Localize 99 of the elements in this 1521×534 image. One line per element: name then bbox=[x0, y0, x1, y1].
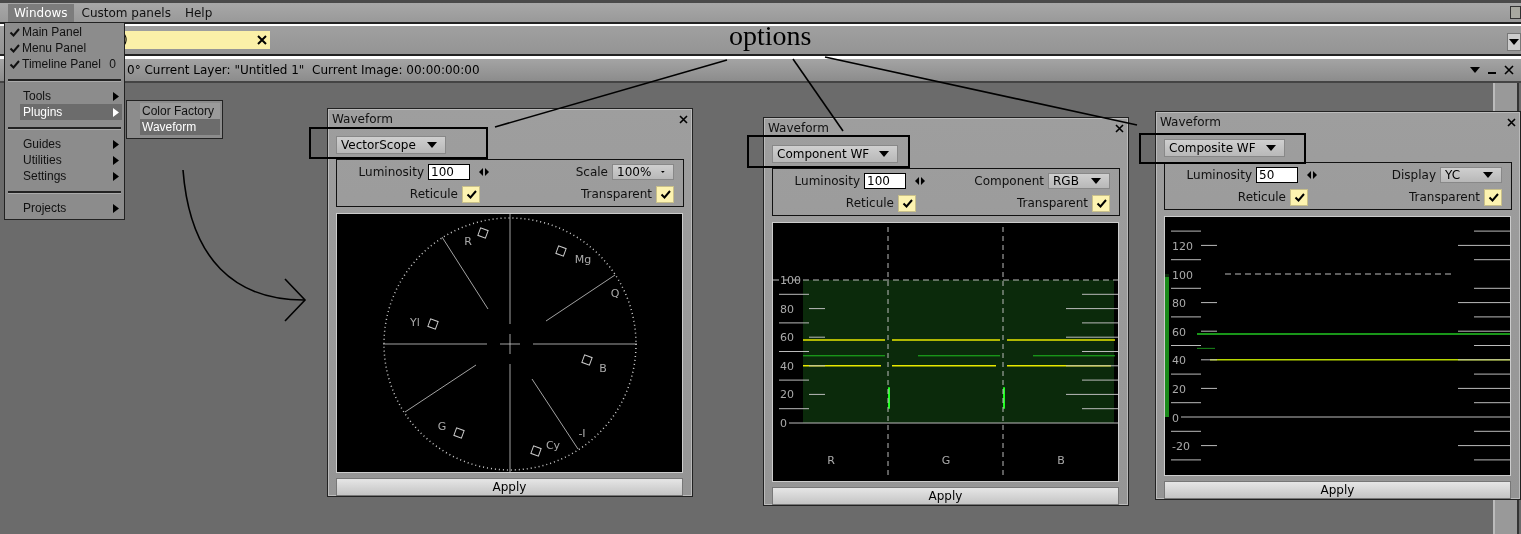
scale-label: 0 bbox=[780, 417, 787, 430]
check-icon bbox=[9, 59, 20, 69]
scope-label: Q bbox=[610, 287, 620, 300]
mode-dropdown[interactable]: Composite WF bbox=[1164, 139, 1285, 157]
checkbox[interactable] bbox=[462, 185, 480, 203]
spin-arrows-icon[interactable] bbox=[479, 168, 489, 176]
field-label: Luminosity bbox=[1186, 168, 1252, 182]
scope-label: Cy bbox=[545, 439, 561, 452]
corner-button[interactable] bbox=[1510, 6, 1521, 19]
check-icon bbox=[465, 189, 477, 199]
field-label: Luminosity bbox=[358, 165, 424, 179]
check-icon bbox=[1293, 192, 1305, 202]
check-icon bbox=[659, 189, 671, 199]
apply-button[interactable]: Apply bbox=[336, 478, 683, 496]
submenu-arrow-icon bbox=[113, 203, 119, 213]
scale-label: 80 bbox=[1172, 297, 1186, 311]
close-icon[interactable] bbox=[1504, 65, 1514, 75]
channel-label: G bbox=[941, 454, 951, 467]
caret-icon[interactable] bbox=[1470, 67, 1480, 73]
scale-label: 40 bbox=[1172, 354, 1186, 368]
number-field[interactable]: 50 bbox=[1256, 167, 1298, 183]
close-icon[interactable] bbox=[257, 35, 267, 45]
close-icon[interactable] bbox=[1115, 123, 1124, 133]
scale-label: 60 bbox=[780, 331, 794, 345]
scale-label: 40 bbox=[780, 359, 794, 373]
menu-item[interactable]: Timeline Panel 0 bbox=[5, 56, 124, 72]
caret-icon bbox=[1265, 145, 1276, 151]
menu-item[interactable]: Help bbox=[178, 3, 219, 22]
scale-label: 20 bbox=[1172, 383, 1186, 396]
checkbox-label: Reticule bbox=[845, 196, 894, 210]
field-label: Component bbox=[974, 174, 1044, 188]
menu-item[interactable]: Tools bbox=[20, 88, 122, 104]
scale-label: 20 bbox=[780, 388, 794, 402]
spin-arrows-icon[interactable] bbox=[1307, 171, 1317, 179]
caret-icon bbox=[879, 151, 890, 157]
caret-icon bbox=[1483, 172, 1493, 178]
checkbox-label: Reticule bbox=[409, 187, 458, 201]
checkbox[interactable] bbox=[1484, 188, 1502, 206]
checkbox[interactable] bbox=[898, 194, 916, 212]
check-icon bbox=[1095, 198, 1107, 208]
caret-icon bbox=[1509, 39, 1519, 45]
number-field[interactable]: 100 bbox=[864, 173, 906, 189]
annotation-label: options bbox=[729, 20, 812, 52]
option-dropdown[interactable]: YC bbox=[1440, 167, 1502, 183]
close-icon[interactable] bbox=[679, 114, 688, 124]
scale-label: 80 bbox=[780, 302, 794, 316]
check-icon bbox=[9, 27, 20, 37]
checkbox-label: Transparent bbox=[580, 187, 652, 201]
field-label: Luminosity bbox=[794, 174, 860, 188]
checkbox[interactable] bbox=[1092, 194, 1110, 212]
menu-item[interactable]: Custom panels bbox=[75, 3, 177, 22]
scale-label: 100 bbox=[780, 274, 801, 287]
scope-label: R bbox=[464, 235, 472, 248]
check-icon bbox=[9, 43, 20, 53]
scale-label: 60 bbox=[1172, 325, 1186, 339]
menu-item[interactable]: Color Factory bbox=[140, 103, 220, 119]
dropdown-button[interactable] bbox=[1507, 33, 1521, 51]
channel-label: R bbox=[827, 454, 835, 467]
apply-button[interactable]: Apply bbox=[772, 487, 1119, 505]
option-dropdown[interactable]: RGB bbox=[1048, 173, 1110, 189]
checkbox[interactable] bbox=[656, 185, 674, 203]
checkbox[interactable] bbox=[1290, 188, 1308, 206]
number-field[interactable]: 100 bbox=[428, 164, 470, 180]
spin-arrows-icon[interactable] bbox=[915, 177, 925, 185]
menu-item[interactable]: Waveform bbox=[140, 119, 220, 135]
status-text: 0° Current Layer: "Untitled 1" Current Image: 00:00:00:00 bbox=[127, 63, 480, 77]
checkbox-label: Transparent bbox=[1016, 196, 1088, 210]
scope-label: G bbox=[437, 420, 447, 433]
menu-item[interactable]: Utilities bbox=[20, 152, 122, 168]
menu-item[interactable]: Settings bbox=[20, 168, 122, 184]
mode-dropdown[interactable]: VectorScope bbox=[336, 136, 446, 154]
scope-label: -I bbox=[578, 427, 586, 440]
menu-item[interactable]: Guides bbox=[20, 136, 122, 152]
option-dropdown[interactable]: 100% bbox=[612, 164, 674, 180]
channel-label: B bbox=[1057, 454, 1065, 467]
checkbox-label: Transparent bbox=[1408, 190, 1480, 204]
field-label: Scale bbox=[575, 165, 608, 179]
menu-item[interactable]: Windows bbox=[8, 3, 74, 22]
scale-label: -20 bbox=[1172, 440, 1190, 454]
checkbox-label: Reticule bbox=[1237, 190, 1286, 204]
dialog-title: Waveform bbox=[332, 112, 393, 126]
check-icon bbox=[901, 198, 913, 208]
scale-label: 0 bbox=[1172, 411, 1179, 425]
check-icon bbox=[1487, 192, 1499, 202]
caret-icon bbox=[1091, 178, 1101, 184]
field-label: Display bbox=[1391, 168, 1436, 182]
scale-label: 100 bbox=[1172, 268, 1193, 282]
scope-label: Mg bbox=[574, 253, 592, 266]
scope-label: Yl bbox=[410, 316, 420, 329]
mode-dropdown[interactable]: Component WF bbox=[772, 145, 899, 163]
menu-item[interactable]: Plugins bbox=[20, 104, 122, 120]
dialog-title: Waveform bbox=[1160, 115, 1221, 129]
scope-label: B bbox=[599, 362, 607, 375]
scale-label: 120 bbox=[1172, 240, 1193, 253]
apply-button[interactable]: Apply bbox=[1164, 481, 1511, 499]
close-icon[interactable] bbox=[1507, 117, 1516, 127]
caret-icon bbox=[427, 142, 437, 148]
dialog-title: Waveform bbox=[768, 121, 829, 135]
menu-item[interactable]: Projects bbox=[20, 200, 122, 216]
